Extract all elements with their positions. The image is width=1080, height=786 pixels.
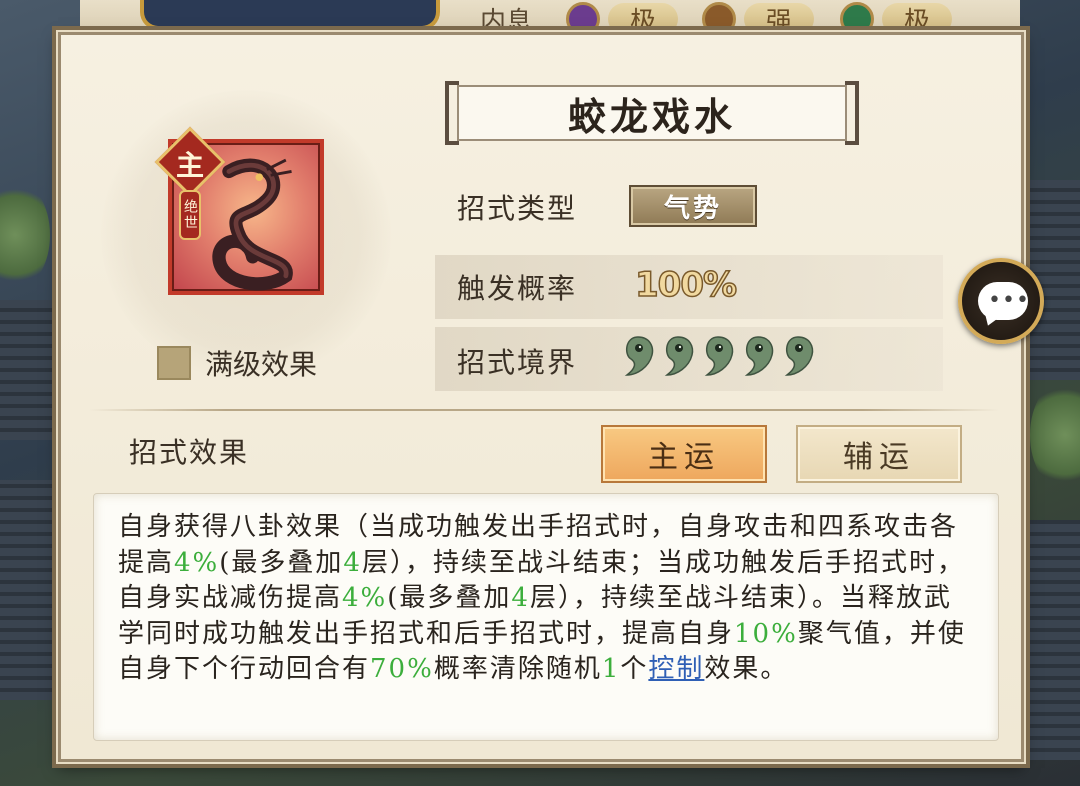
- tab-aux-practice[interactable]: 辅运: [796, 425, 962, 483]
- highlight-value: 70%: [370, 654, 434, 684]
- top-grade-2[interactable]: 强: [702, 2, 815, 37]
- highlight-value: 1: [601, 654, 621, 684]
- top-portrait-frame: [140, 0, 440, 30]
- rarity-badge: 绝世: [179, 190, 201, 240]
- skill-title-frame: 蛟龙戏水: [445, 79, 859, 151]
- description-segment: 效果。: [704, 654, 789, 684]
- gem-icon: [566, 2, 600, 36]
- realm-gem-icon: [784, 336, 814, 376]
- skill-name: 蛟龙戏水: [457, 85, 847, 141]
- highlight-value: 4%: [342, 583, 388, 613]
- control-effect-link[interactable]: 控制: [648, 654, 704, 684]
- chat-button[interactable]: •••: [958, 258, 1044, 344]
- highlight-value: 4%: [174, 547, 220, 578]
- skill-description-box: 自身获得八卦效果（当成功触发出手招式时，自身攻击和四系攻击各提高4%(最多叠加4…: [93, 493, 999, 741]
- realm-gem-icon: [704, 336, 734, 376]
- skill-type-label: 招式类型: [457, 192, 578, 225]
- trigger-rate-label: 触发概率: [457, 272, 578, 305]
- gem-icon: [702, 2, 736, 36]
- top-grade-1[interactable]: 极: [566, 2, 679, 37]
- trigger-rate-value: 100%: [634, 264, 738, 306]
- skill-description-text: 自身获得八卦效果（当成功触发出手招式时，自身攻击和四系攻击各提高4%(最多叠加4…: [118, 510, 978, 688]
- realm-gem-icon: [744, 336, 774, 376]
- highlight-value: 4: [511, 583, 530, 613]
- description-segment: 个: [620, 654, 649, 684]
- gem-icon: [840, 2, 874, 36]
- realm-gem-icon: [664, 336, 694, 376]
- tab-main-practice[interactable]: 主运: [601, 425, 767, 483]
- skill-effect-label: 招式效果: [129, 436, 250, 469]
- skill-realm-label: 招式境界: [457, 346, 578, 379]
- max-level-label: 满级效果: [205, 348, 318, 381]
- realm-level-gems: [621, 335, 815, 377]
- neixi-label: 内息: [480, 6, 533, 37]
- highlight-value: 10%: [734, 618, 798, 649]
- description-segment: (最多叠加: [387, 583, 512, 613]
- realm-gem-icon: [624, 336, 654, 376]
- description-segment: 概率清除随机: [433, 654, 602, 684]
- highlight-value: 4: [343, 547, 362, 578]
- max-level-toggle[interactable]: 满级效果: [157, 343, 317, 383]
- section-divider: [89, 409, 999, 411]
- description-segment: (最多叠加: [219, 547, 344, 578]
- top-grade-3[interactable]: 极: [840, 2, 953, 37]
- skill-detail-panel: 主 绝世 满级效果 蛟龙戏水 招式类型 气势 触发概率 100% 招式境界 招式…: [58, 32, 1024, 762]
- max-level-checkbox[interactable]: [157, 346, 191, 380]
- main-skill-badge-text: 主: [175, 149, 204, 182]
- skill-type-badge: 气势: [629, 185, 757, 227]
